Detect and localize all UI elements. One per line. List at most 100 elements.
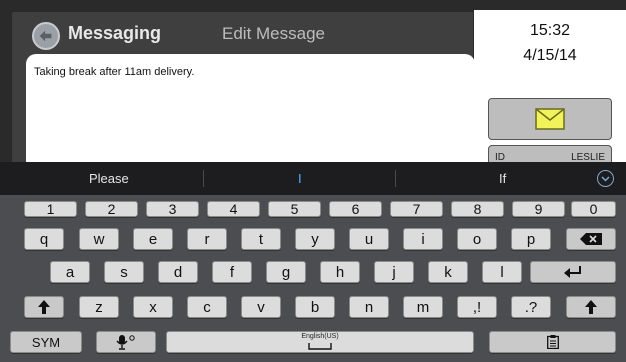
key-6[interactable]: 6 xyxy=(329,201,382,217)
suggestion-2[interactable]: I xyxy=(298,171,302,186)
message-text: Taking break after 11am delivery. xyxy=(34,66,195,78)
key-label: s xyxy=(120,263,128,281)
key-9[interactable]: 9 xyxy=(512,201,565,217)
screen-title: Edit Message xyxy=(222,24,325,43)
key-label: .? xyxy=(524,298,538,316)
key-label: g xyxy=(281,263,291,281)
suggestion-3[interactable]: If xyxy=(499,171,506,186)
voice-input-key[interactable] xyxy=(96,331,156,353)
key-4[interactable]: 4 xyxy=(207,201,260,217)
key-y[interactable]: y xyxy=(295,228,335,250)
key-label: l xyxy=(500,263,504,281)
divider xyxy=(203,170,204,187)
clock-time: 15:32 xyxy=(529,22,571,39)
key-label: d xyxy=(173,263,183,281)
key-n[interactable]: n xyxy=(349,296,389,318)
key-label: k xyxy=(444,263,452,281)
envelope-icon xyxy=(535,108,565,130)
expand-suggestions-button[interactable] xyxy=(597,170,614,187)
screen: Messaging Edit Message Taking break afte… xyxy=(0,0,626,362)
key-a[interactable]: a xyxy=(50,261,90,283)
key-label: o xyxy=(472,230,482,248)
send-message-button[interactable] xyxy=(488,98,612,140)
key-5[interactable]: 5 xyxy=(268,201,321,217)
key-m[interactable]: m xyxy=(403,296,443,318)
key-h[interactable]: h xyxy=(320,261,360,283)
shift-icon xyxy=(585,300,597,314)
key-z[interactable]: z xyxy=(79,296,119,318)
key-label: j xyxy=(392,263,396,281)
shift-key-left[interactable] xyxy=(24,296,64,318)
key-r[interactable]: r xyxy=(187,228,227,250)
key-d[interactable]: d xyxy=(158,261,198,283)
key-1[interactable]: 1 xyxy=(24,201,77,217)
key-o[interactable]: o xyxy=(457,228,497,250)
key-f[interactable]: f xyxy=(212,261,252,283)
key-label: b xyxy=(310,298,320,316)
suggestion-bar: Please I If xyxy=(0,162,626,195)
microphone-icon xyxy=(116,335,135,350)
clipboard-icon xyxy=(546,335,559,349)
key-c[interactable]: c xyxy=(187,296,227,318)
sym-key[interactable]: SYM xyxy=(10,331,82,353)
key-3[interactable]: 3 xyxy=(146,201,199,217)
backspace-icon xyxy=(580,233,602,245)
divider xyxy=(395,170,396,187)
key-label: n xyxy=(364,298,374,316)
backspace-key[interactable] xyxy=(566,228,616,250)
key-label: t xyxy=(258,230,264,248)
shift-icon xyxy=(38,300,50,314)
key-period[interactable]: .? xyxy=(511,296,551,318)
key-j[interactable]: j xyxy=(374,261,414,283)
key-k[interactable]: k xyxy=(428,261,468,283)
app-title: Messaging xyxy=(68,23,162,43)
shift-key-right[interactable] xyxy=(566,296,616,318)
enter-key[interactable] xyxy=(530,261,616,283)
key-t[interactable]: t xyxy=(241,228,281,250)
key-label: f xyxy=(229,263,235,281)
key-x[interactable]: x xyxy=(133,296,173,318)
key-label: ,! xyxy=(472,298,482,316)
suggestion-1[interactable]: Please xyxy=(89,171,129,186)
key-7[interactable]: 7 xyxy=(390,201,443,217)
key-comma[interactable]: ,! xyxy=(457,296,497,318)
clock-date: 4/15/14 xyxy=(523,47,577,64)
key-label: u xyxy=(364,230,374,248)
key-label: z xyxy=(95,298,103,316)
key-v[interactable]: v xyxy=(241,296,281,318)
status-panel: 15:32 4/15/14 ID LESLIE xyxy=(474,10,626,169)
back-arrow-icon xyxy=(39,30,52,42)
key-label: v xyxy=(257,298,265,316)
keyboard: 1 2 3 4 5 6 7 8 9 0 q w e r t y u i o p … xyxy=(0,195,626,362)
key-w[interactable]: w xyxy=(79,228,119,250)
key-label: p xyxy=(526,230,536,248)
key-8[interactable]: 8 xyxy=(451,201,504,217)
key-u[interactable]: u xyxy=(349,228,389,250)
key-label: r xyxy=(204,230,210,248)
key-0[interactable]: 0 xyxy=(571,201,616,217)
key-label: i xyxy=(421,230,425,248)
key-b[interactable]: b xyxy=(295,296,335,318)
chevron-down-icon xyxy=(601,175,610,182)
title-bar: Messaging Edit Message xyxy=(12,12,473,56)
key-l[interactable]: l xyxy=(482,261,522,283)
enter-icon xyxy=(564,266,581,278)
key-s[interactable]: s xyxy=(104,261,144,283)
key-e[interactable]: e xyxy=(133,228,173,250)
key-i[interactable]: i xyxy=(403,228,443,250)
key-label: x xyxy=(149,298,157,316)
key-label: w xyxy=(93,230,105,248)
key-label: m xyxy=(416,298,430,316)
clipboard-key[interactable] xyxy=(489,331,616,353)
space-bar-icon xyxy=(308,342,332,350)
back-button[interactable] xyxy=(32,22,60,50)
key-p[interactable]: p xyxy=(511,228,551,250)
key-q[interactable]: q xyxy=(24,228,64,250)
key-label: h xyxy=(335,263,345,281)
key-2[interactable]: 2 xyxy=(85,201,138,217)
key-label: q xyxy=(39,230,49,248)
key-g[interactable]: g xyxy=(266,261,306,283)
key-label: c xyxy=(203,298,211,316)
space-key[interactable]: English(US) xyxy=(166,331,474,353)
messaging-pane: Messaging Edit Message Taking break afte… xyxy=(12,12,475,184)
